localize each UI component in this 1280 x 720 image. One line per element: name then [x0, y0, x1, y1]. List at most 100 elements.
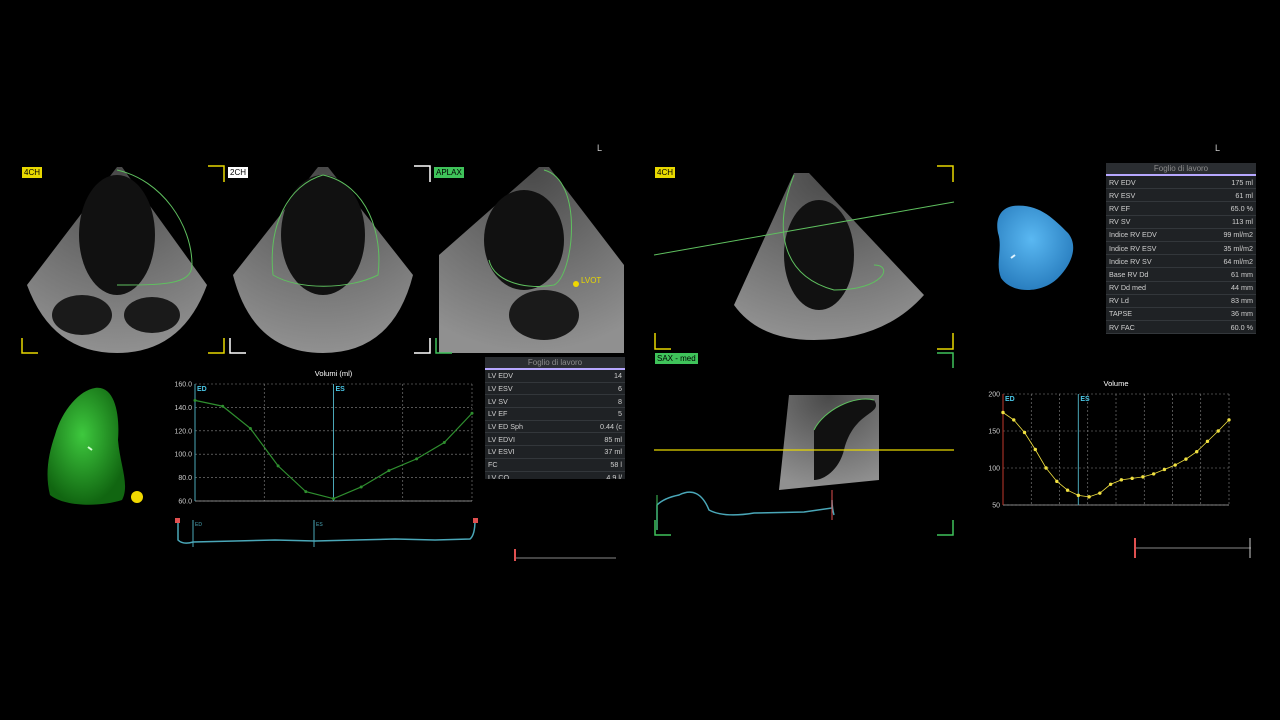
worksheet-row-value: 85 ml [604, 434, 622, 444]
worksheet-row-label: Base RV Dd [1109, 269, 1149, 279]
worksheet-row-value: 60.0 % [1230, 322, 1253, 332]
worksheet-row-value: 14 [614, 371, 622, 381]
worksheet-row: RV Dd med 44 mm [1106, 282, 1256, 295]
worksheet-row-label: LV EDV [488, 371, 514, 381]
lv-timeline[interactable] [512, 545, 622, 563]
lv-3d-model[interactable] [40, 385, 150, 510]
worksheet-row-value: 8 [618, 396, 622, 406]
view-tag-aplax[interactable]: APLAX [434, 167, 464, 178]
worksheet-row-value: 37 ml [604, 447, 622, 457]
worksheet-row-value: 61 mm [1231, 269, 1253, 279]
worksheet-row-value: 0.44 (c [600, 422, 622, 432]
data-point [332, 497, 335, 501]
worksheet-row: Indice RV SV 64 ml/m2 [1106, 255, 1256, 269]
view-tag-rv-4ch[interactable]: 4CH [655, 167, 676, 178]
worksheet-row-label: Indice RV EDV [1109, 230, 1157, 240]
rv-worksheet[interactable]: Foglio di lavoro RV EDV 175 ml RV ESV 61 ml… [1106, 163, 1256, 335]
view-tag-2ch[interactable]: 2CH [228, 167, 249, 178]
data-point [1065, 488, 1070, 492]
worksheet-row-label: FC [488, 460, 498, 470]
view-tag-4ch[interactable]: 4CH [22, 167, 43, 178]
echo-view-sax[interactable] [654, 390, 954, 535]
worksheet-row-value: 113 ml [1231, 217, 1253, 227]
chart-title: Volume [1103, 379, 1128, 388]
ecg-ed-tick: ED [195, 522, 202, 528]
worksheet-row: LV ESVI 37 ml [485, 446, 625, 459]
data-point [193, 398, 197, 402]
worksheet-row-label: RV SV [1109, 217, 1131, 227]
worksheet-row: LV EDVI 85 ml [485, 433, 625, 447]
worksheet-row: RV ESV 61 ml [1106, 189, 1256, 203]
rv-volume-chart[interactable]: Volume 200 150 100 50 ED ES [975, 375, 1240, 515]
es-marker-label: ES [1080, 396, 1090, 403]
data-point [1162, 467, 1167, 472]
worksheet-row-label: RV EF [1109, 203, 1131, 213]
data-point [1044, 466, 1048, 470]
y-tick-label: 60.0 [178, 499, 192, 506]
ed-marker-label: ED [197, 386, 207, 393]
y-tick-label: 200 [988, 392, 1000, 399]
echo-view-4ch[interactable] [22, 165, 212, 355]
worksheet-row: Indice RV ESV 35 ml/m2 [1106, 242, 1256, 256]
worksheet-row-label: LV EDVI [488, 434, 516, 444]
orientation-mark: L [1215, 143, 1221, 153]
view-tag-sax[interactable]: SAX - med [655, 353, 698, 364]
data-point [1216, 429, 1220, 433]
rv-timeline[interactable] [1130, 535, 1255, 560]
echo-view-rv-4ch[interactable] [653, 165, 955, 350]
data-point [470, 411, 474, 415]
worksheet-title: Foglio di lavoro [1106, 163, 1256, 176]
data-point [221, 404, 225, 408]
worksheet-row-label: RV EDV [1109, 177, 1136, 187]
worksheet-row: LV ESV 6 [485, 383, 625, 396]
orientation-mark: L [597, 143, 603, 153]
data-point [1022, 430, 1027, 435]
data-point [1119, 478, 1124, 482]
worksheet-row-value: 36 mm [1231, 309, 1253, 319]
data-point [1087, 495, 1091, 499]
echo-view-aplax[interactable] [434, 165, 624, 355]
worksheet-row: FC 58 l [485, 459, 625, 472]
worksheet-row-value: 61 ml [1235, 190, 1253, 200]
data-point [442, 441, 446, 444]
worksheet-row: LV EF 5 [485, 408, 625, 421]
worksheet-row: TAPSE 36 mm [1106, 308, 1256, 322]
lv-volume-chart[interactable]: Volumi (ml) 160.0 140.0 120.0 100.0 80.0 60.0 E… [160, 365, 480, 510]
y-tick-label: 160.0 [174, 382, 192, 389]
worksheet-row-label: RV Dd med [1109, 283, 1147, 293]
lv-ecg-strip: ED ES [175, 518, 478, 547]
data-point [1108, 482, 1113, 486]
data-point [276, 464, 280, 468]
rv-view-corners [654, 165, 954, 536]
data-point [1173, 463, 1177, 467]
y-tick-label: 120.0 [174, 428, 192, 435]
data-point [1001, 410, 1005, 415]
data-point [1184, 457, 1188, 461]
y-tick-label: 50 [992, 503, 1000, 510]
worksheet-row: RV SV 113 ml [1106, 216, 1256, 229]
data-point [1033, 447, 1037, 452]
echo-view-2ch[interactable] [228, 165, 418, 355]
worksheet-row-label: LV ED Sph [488, 422, 524, 432]
worksheet-row-label: RV ESV [1109, 190, 1136, 200]
lvot-label: LVOT [581, 276, 602, 285]
data-point [304, 490, 308, 494]
rv-3d-model[interactable] [993, 203, 1078, 298]
worksheet-row-value: 44 mm [1231, 283, 1253, 293]
worksheet-row: LV SV 8 [485, 395, 625, 409]
data-point [1098, 491, 1102, 495]
worksheet-row-label: LV ESV [488, 384, 513, 394]
worksheet-row: Base RV Dd 61 mm [1106, 268, 1256, 282]
data-point [1076, 493, 1081, 498]
lv-worksheet[interactable]: Foglio di lavoro LV EDV 14 LV ESV 6 LV SV 8 LV… [485, 357, 625, 479]
worksheet-row-label: RV FAC [1109, 322, 1135, 332]
worksheet-row-value: 175 ml [1231, 177, 1253, 187]
data-point [1141, 475, 1145, 479]
worksheet-title: Foglio di lavoro [485, 357, 625, 370]
data-point [1205, 439, 1210, 444]
data-point [248, 426, 252, 430]
worksheet-row: LV EDV 14 [485, 370, 625, 383]
worksheet-row-value: 64 ml/m2 [1223, 256, 1253, 266]
worksheet-row: LV CO 4.9 l/ [485, 472, 625, 479]
ed-marker-label: ED [1005, 396, 1015, 403]
